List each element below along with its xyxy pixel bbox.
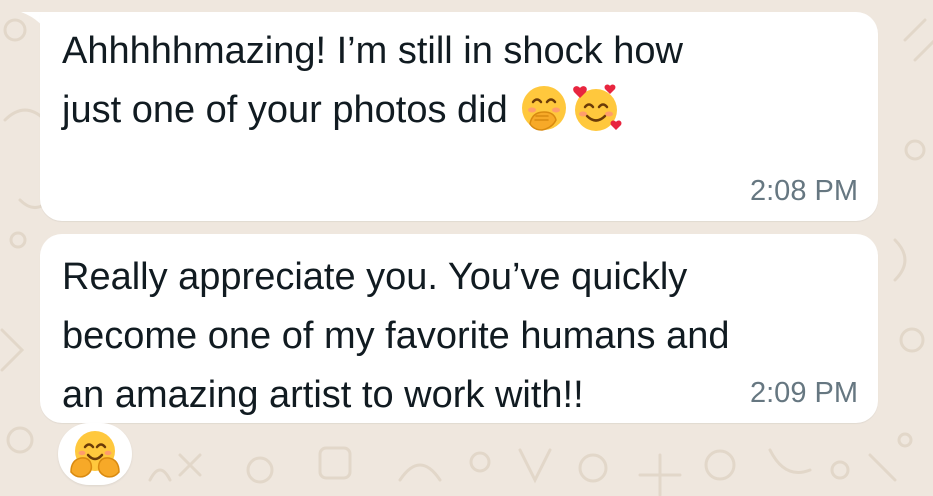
message-timestamp: 2:09 PM xyxy=(750,377,858,409)
message-line: become one of my favorite humans and xyxy=(62,315,730,357)
message-bubble-incoming[interactable]: Really appreciate you. You’ve quickly be… xyxy=(40,234,878,423)
message-line: an amazing artist to work with!! xyxy=(62,374,584,416)
message-line: just one of your photos did xyxy=(62,89,508,131)
message-timestamp: 2:08 PM xyxy=(750,175,858,207)
message-reaction[interactable] xyxy=(58,423,132,485)
message-line: Really appreciate you. You’ve quickly xyxy=(62,256,688,298)
message-line: Ahhhhhmazing! I’m still in shock how xyxy=(62,30,683,72)
message-text: Ahhhhhmazing! I’m still in shock how jus… xyxy=(62,22,822,140)
smiling-face-with-hearts-emoji xyxy=(570,82,622,134)
message-text: Really appreciate you. You’ve quickly be… xyxy=(62,248,852,425)
hand-over-mouth-emoji xyxy=(518,82,570,134)
message-bubble-incoming[interactable]: Ahhhhhmazing! I’m still in shock how jus… xyxy=(40,12,878,221)
hugging-face-emoji xyxy=(69,428,121,480)
